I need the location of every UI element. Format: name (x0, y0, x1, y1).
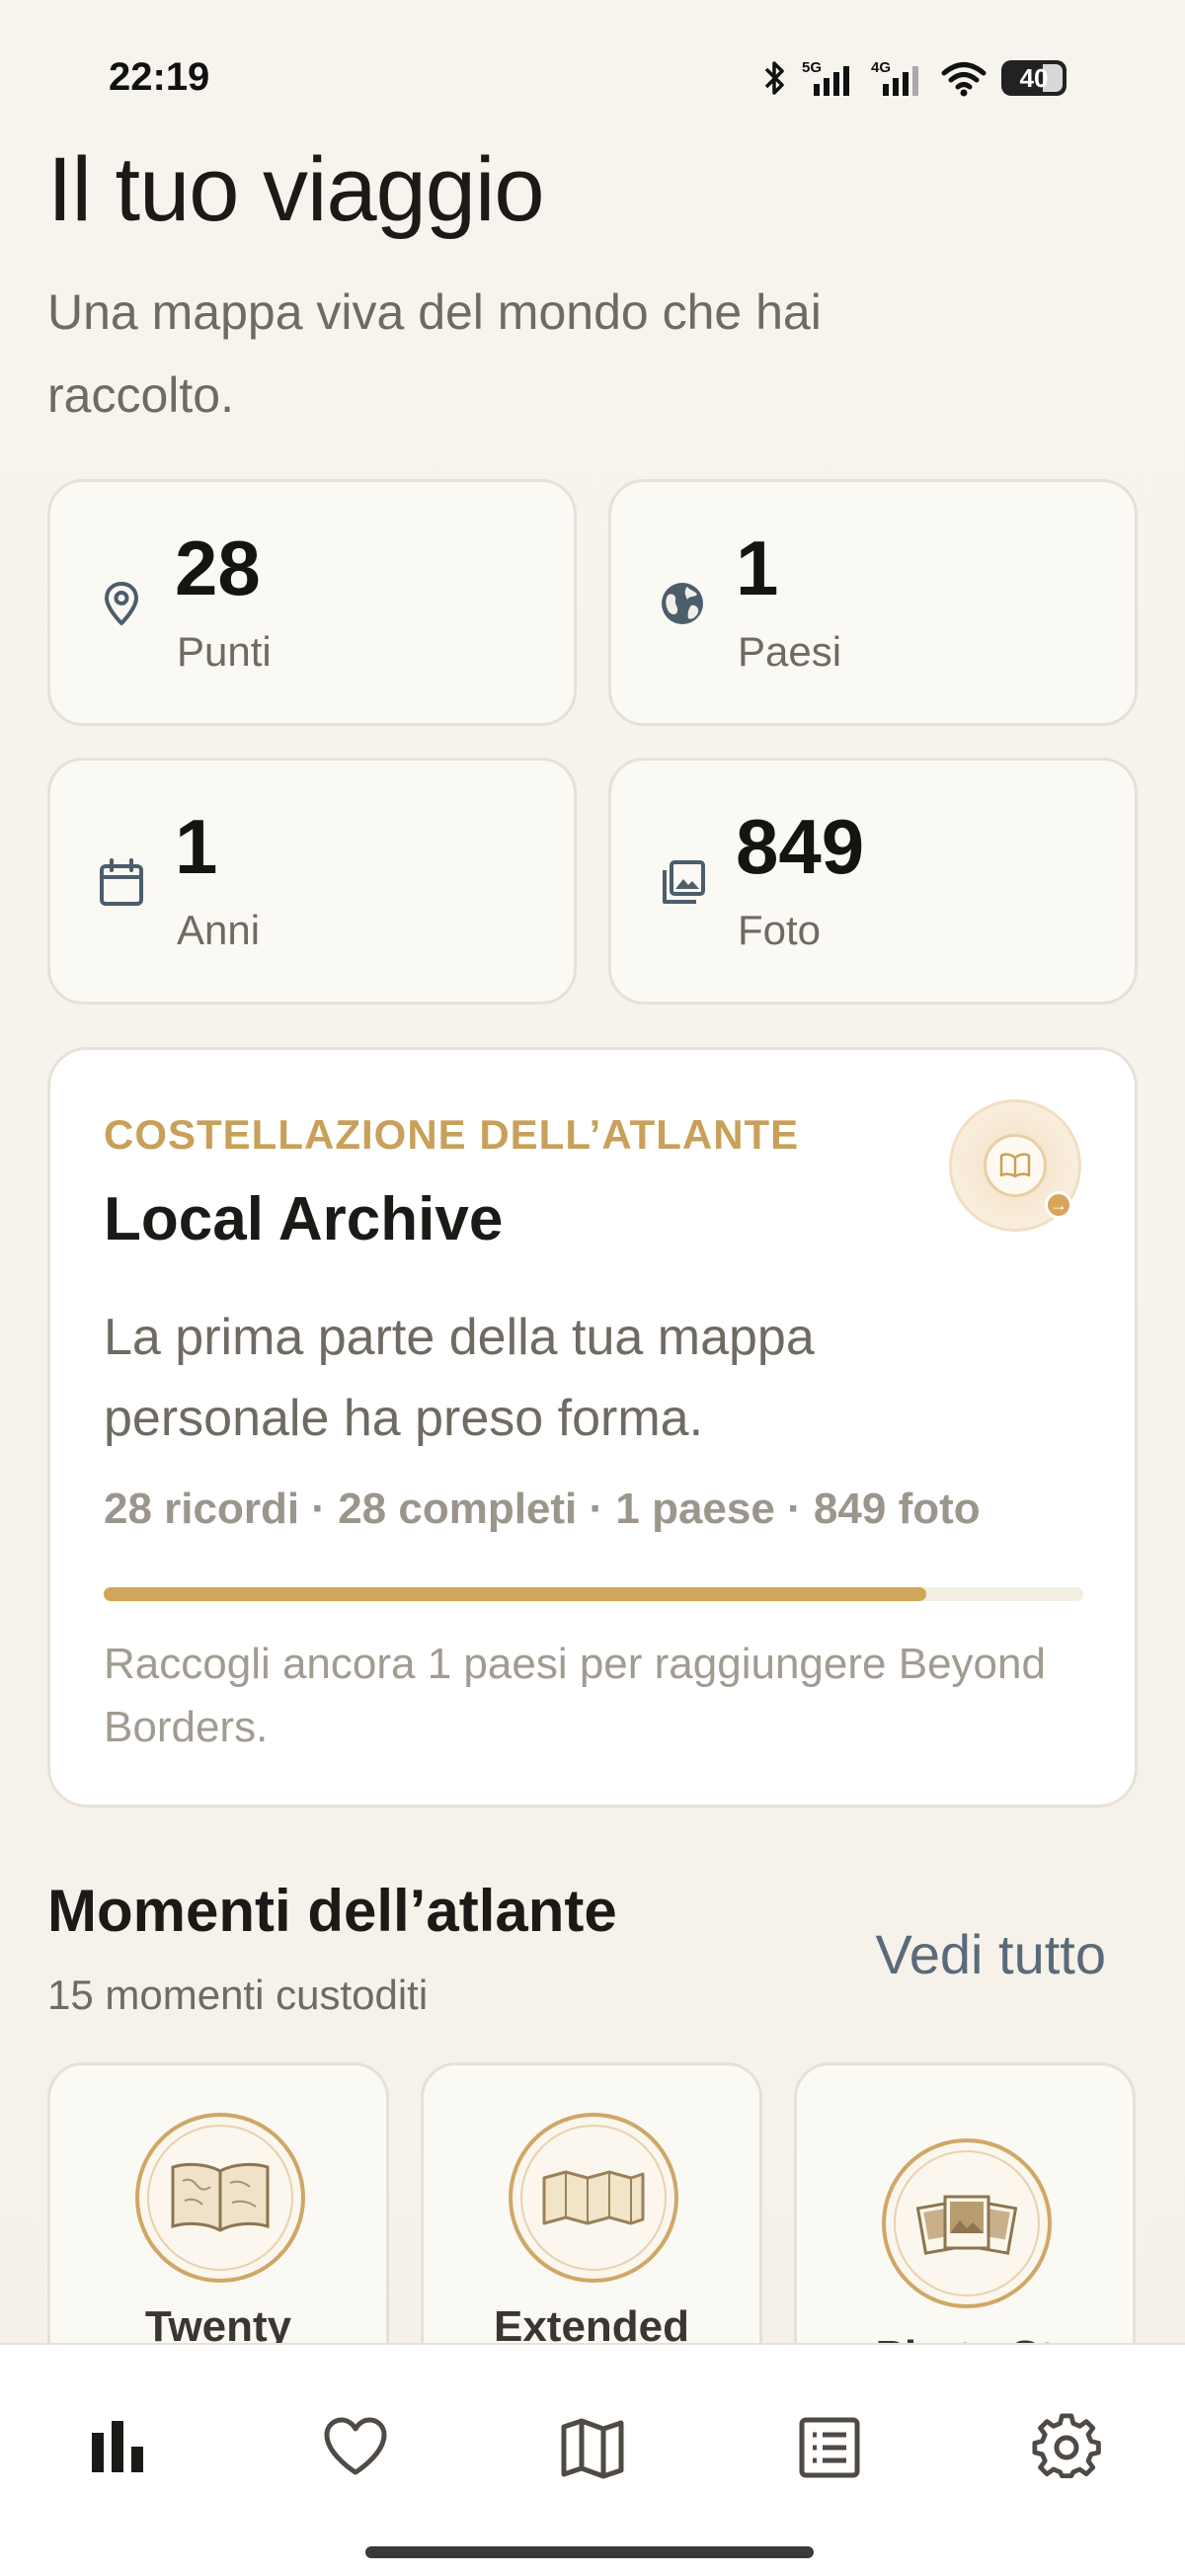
stat-label: Anni (177, 907, 261, 953)
stat-label: Punti (177, 628, 272, 675)
stat-label: Paesi (738, 628, 842, 675)
stat-value: 28 (175, 524, 261, 611)
moments-count: 15 momenti custoditi (47, 1972, 429, 2018)
stat-card-anni[interactable]: 1 Anni (47, 758, 577, 1005)
stat-value: 1 (736, 524, 779, 611)
bar-chart-icon (92, 2421, 143, 2472)
atlas-description: La prima parte della tua mappa personale… (104, 1309, 815, 1447)
list-icon (799, 2417, 860, 2478)
bottom-nav (0, 2343, 1185, 2576)
atlas-eyebrow: COSTELLAZIONE DELL’ATLANTE (104, 1111, 800, 1158)
nav-item-favorites[interactable] (316, 2408, 395, 2487)
stat-label: Foto (738, 907, 822, 953)
stat-value: 849 (736, 803, 865, 890)
stat-card-paesi[interactable]: 1 Paesi (608, 479, 1138, 726)
battery-level: 40 (1019, 62, 1049, 93)
page-title: Il tuo viaggio (47, 139, 545, 240)
nav-item-map[interactable] (553, 2408, 632, 2487)
nav-item-list[interactable] (790, 2408, 869, 2487)
open-book-icon (984, 1134, 1047, 1197)
calendar-icon (100, 858, 143, 906)
svg-text:5G: 5G (802, 59, 822, 76)
battery-icon: 40 (1001, 60, 1066, 96)
atlas-progress-track (104, 1587, 1083, 1601)
wifi-icon (941, 62, 987, 97)
signal-5g-icon: 5G (802, 59, 849, 96)
atlas-hint: Raccogli ancora 1 paesi per raggiungere … (104, 1640, 1046, 1751)
gear-icon (1032, 2413, 1101, 2479)
atlas-progress-fill (104, 1587, 927, 1601)
screen: 22:19 5G 4G 40 Il tuo viaggio Una mappa … (0, 0, 1185, 2576)
arrow-right-icon: → (1045, 1191, 1072, 1219)
home-indicator[interactable] (365, 2546, 814, 2558)
map-icon (561, 2418, 624, 2479)
atlas-stats-line: 28 ricordi · 28 completi · 1 paese · 849… (104, 1485, 981, 1533)
status-time: 22:19 (109, 55, 210, 99)
status-icons: 5G 4G 40 (762, 55, 1066, 101)
stat-card-punti[interactable]: 28 Punti (47, 479, 577, 726)
stat-value: 1 (175, 803, 218, 890)
atlas-title: Local Archive (104, 1185, 504, 1253)
atlas-book-icon (135, 2113, 305, 2283)
atlas-constellation-card[interactable]: COSTELLAZIONE DELL’ATLANTE Local Archive… (47, 1047, 1138, 1808)
location-pin-icon (105, 582, 138, 625)
globe-icon (662, 583, 703, 624)
signal-4g-icon: 4G (871, 59, 918, 96)
svg-text:4G: 4G (871, 59, 891, 76)
nav-item-settings[interactable] (1027, 2408, 1106, 2487)
heart-icon (324, 2417, 387, 2475)
photo-stack-icon (882, 2138, 1052, 2308)
nav-item-stats[interactable] (79, 2408, 158, 2487)
status-bar: 22:19 5G 4G 40 (0, 0, 1185, 138)
moments-title: Momenti dell’atlante (47, 1878, 617, 1944)
bluetooth-icon (764, 61, 784, 95)
see-all-link[interactable]: Vedi tutto (875, 1922, 1106, 1986)
page-subtitle: Una mappa viva del mondo che hai raccolt… (47, 284, 822, 423)
stat-card-foto[interactable]: 849 Foto (608, 758, 1138, 1005)
folded-map-icon (509, 2113, 678, 2283)
photos-icon (663, 860, 705, 904)
atlas-badge[interactable]: → (949, 1099, 1081, 1232)
